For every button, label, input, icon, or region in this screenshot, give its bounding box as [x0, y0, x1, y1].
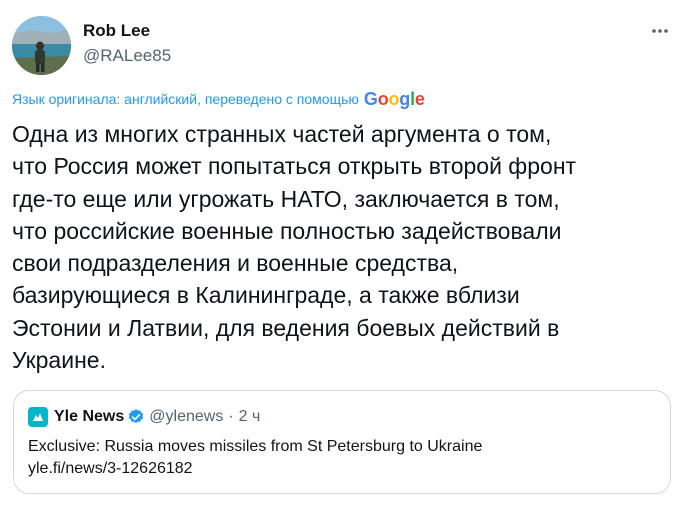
more-options-button[interactable] — [649, 20, 671, 42]
translation-note[interactable]: Язык оригинала: английский, переведено с… — [12, 90, 425, 108]
quoted-tweet-text-line1: Exclusive: Russia moves missiles from St… — [28, 438, 483, 455]
more-horizontal-icon — [652, 29, 668, 33]
yle-news-avatar — [28, 407, 48, 427]
tweet: Rob Lee @RALee85 Язык оригинала: английс… — [0, 0, 683, 507]
author-avatar[interactable] — [12, 16, 71, 75]
quoted-tweet-text: Exclusive: Russia moves missiles from St… — [28, 436, 482, 480]
quoted-author-name: Yle News — [54, 408, 125, 425]
tweet-text: Одна из многих странных частей аргумента… — [12, 121, 577, 374]
google-logo: Google — [363, 89, 425, 109]
separator-dot: · — [228, 408, 234, 425]
quoted-tweet-link[interactable]: yle.fi/news/3-12626182 — [28, 458, 482, 480]
quoted-tweet-time: 2 ч — [238, 408, 261, 425]
translation-note-text: Язык оригинала: английский, переведено с… — [12, 91, 359, 107]
quoted-tweet-card[interactable]: Yle News @ylenews · 2 ч Exclusive: Russi… — [13, 390, 671, 494]
avatar-photo — [12, 16, 71, 75]
verified-icon — [127, 408, 145, 426]
author-handle[interactable]: @RALee85 — [83, 45, 171, 67]
yle-logo-icon — [33, 413, 43, 421]
author-display-name[interactable]: Rob Lee — [83, 20, 171, 42]
quoted-tweet-header: Yle News @ylenews · 2 ч — [28, 407, 260, 427]
quoted-author-handle: @ylenews — [149, 408, 224, 425]
author-info: Rob Lee @RALee85 — [83, 20, 171, 67]
